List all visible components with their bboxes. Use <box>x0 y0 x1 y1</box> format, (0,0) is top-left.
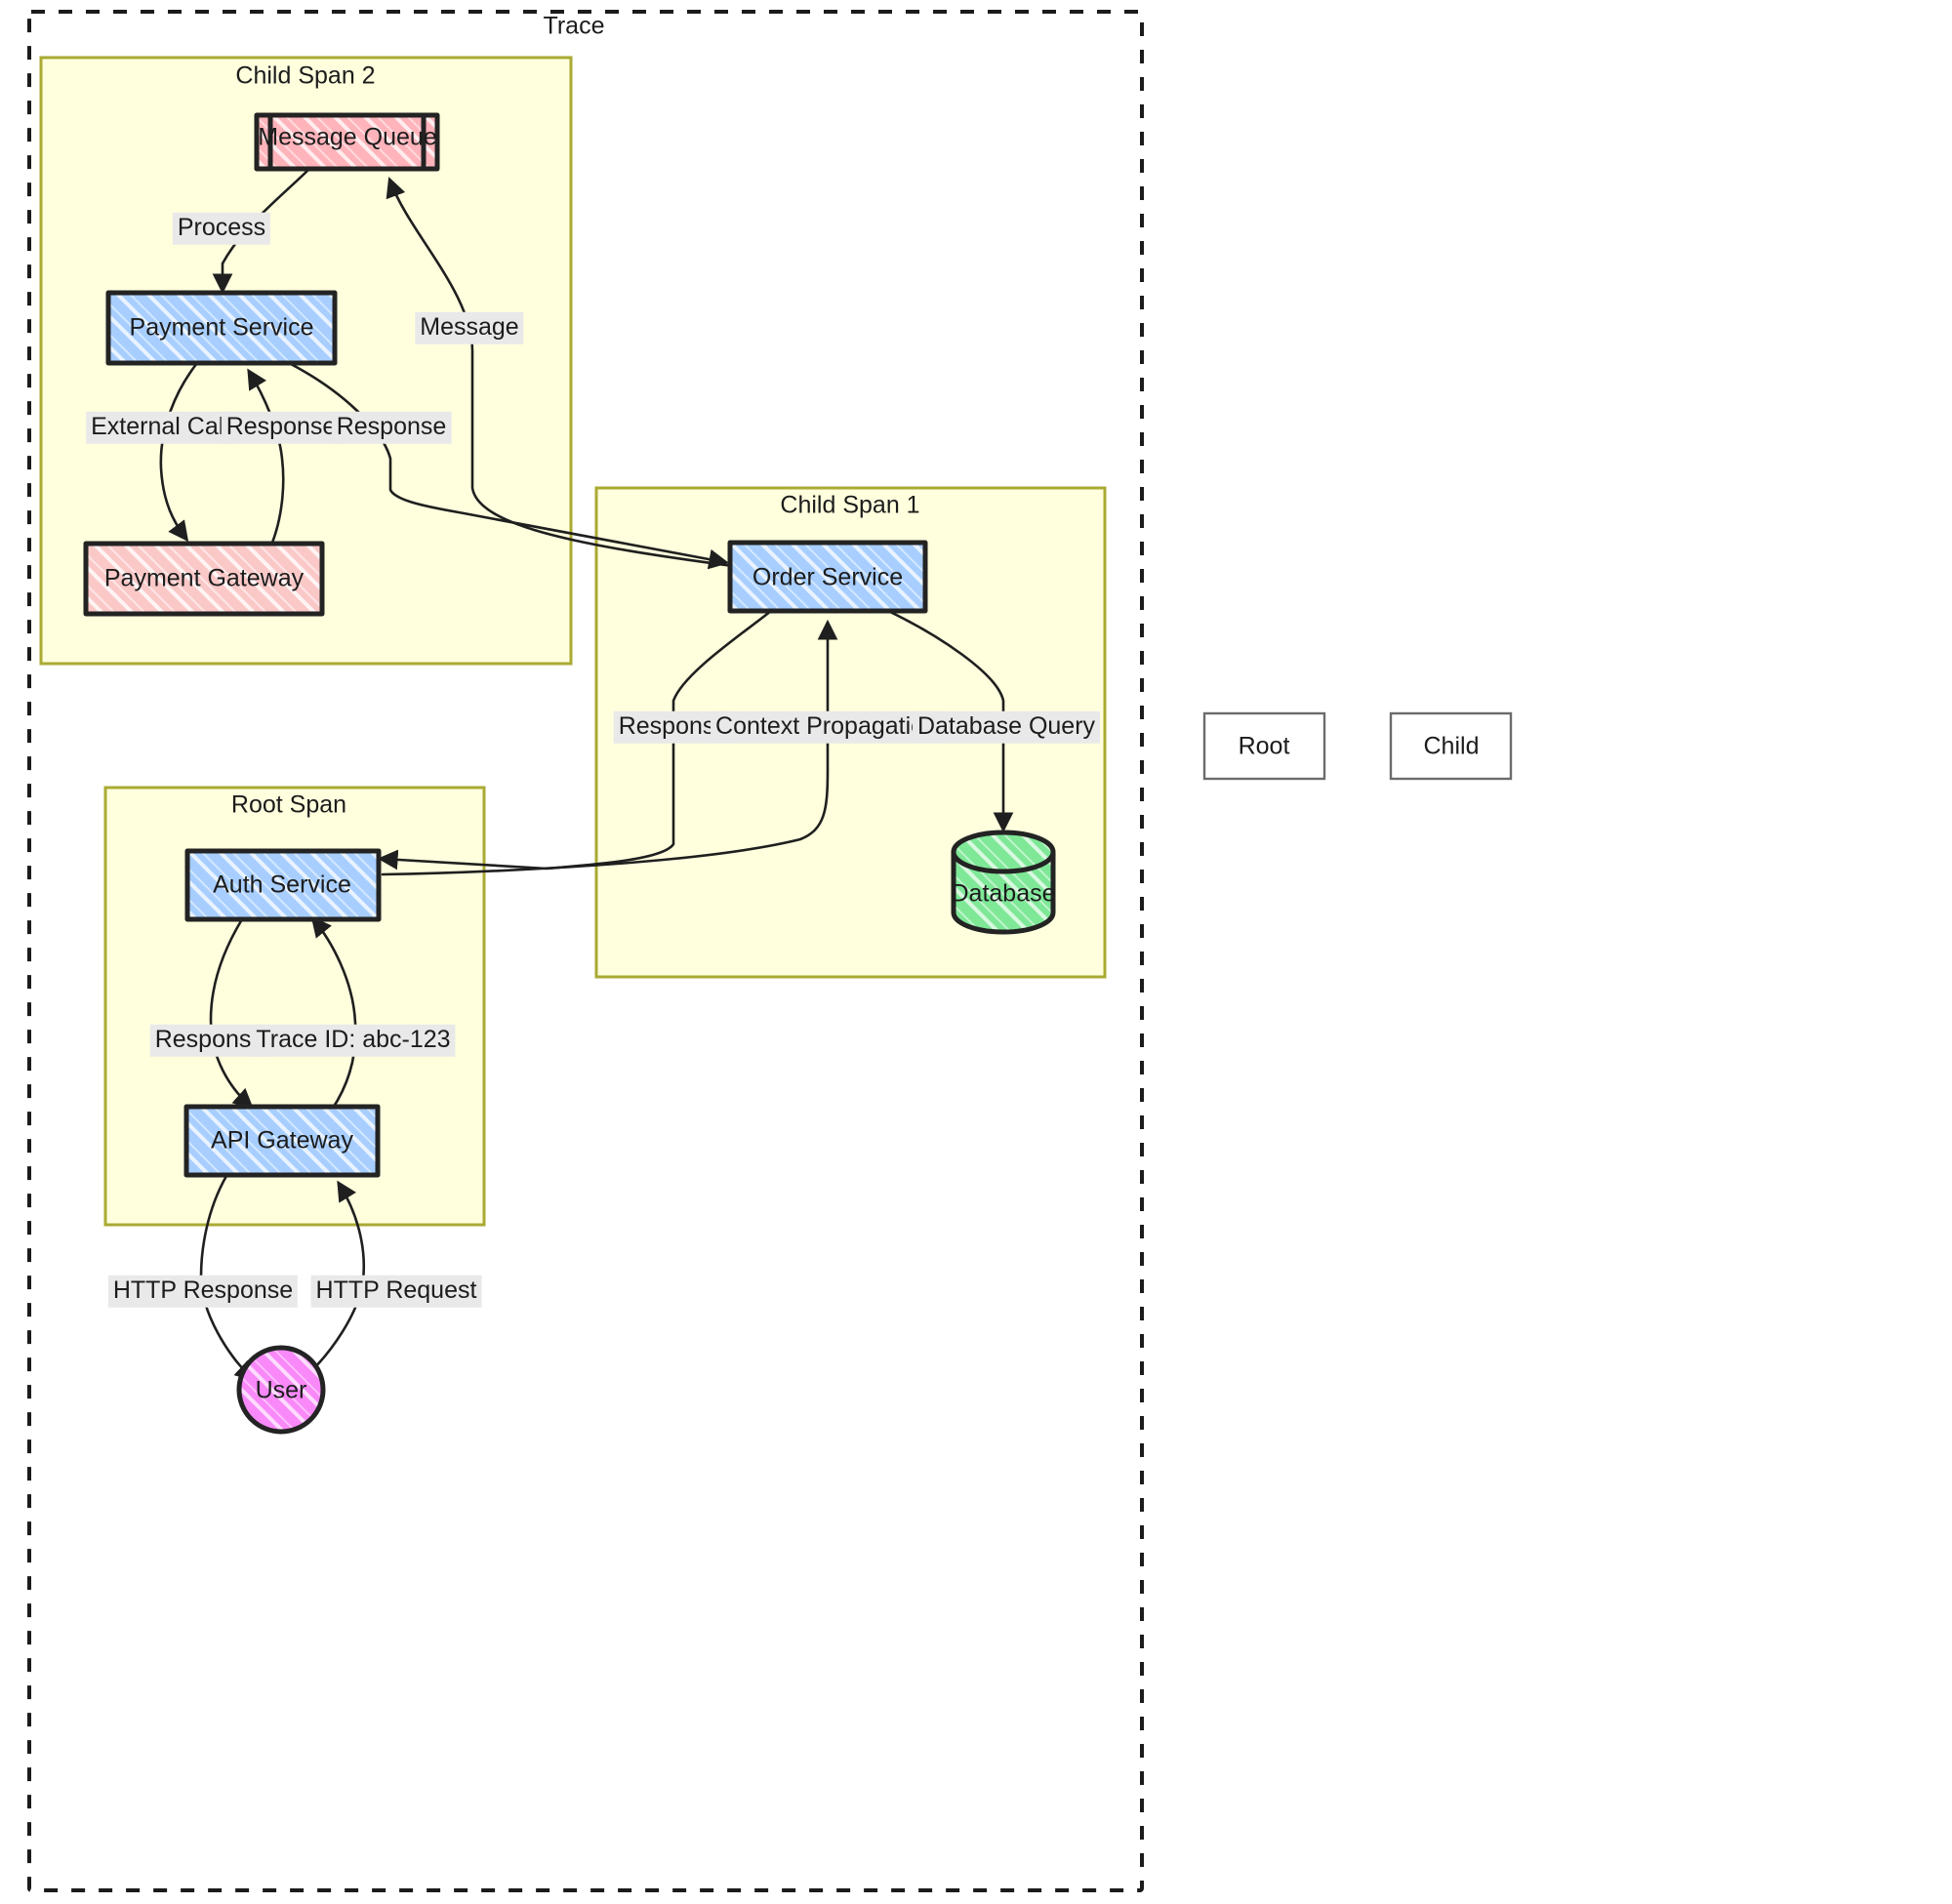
node-order-service[interactable] <box>727 540 928 614</box>
node-auth-service[interactable] <box>184 848 382 922</box>
node-database[interactable] <box>951 830 1056 935</box>
node-message-queue[interactable] <box>254 112 440 172</box>
node-payment-service[interactable] <box>105 290 338 366</box>
node-api-gateway[interactable] <box>183 1104 381 1178</box>
diagram-canvas: Trace Child Span 2 Child Span 1 Root Spa… <box>0 0 1952 1904</box>
node-user[interactable] <box>236 1345 326 1435</box>
legend-box-child[interactable] <box>1389 711 1513 781</box>
legend-box-root[interactable] <box>1202 711 1326 781</box>
diagram-svg <box>27 10 1513 1892</box>
node-payment-gateway[interactable] <box>83 541 325 617</box>
